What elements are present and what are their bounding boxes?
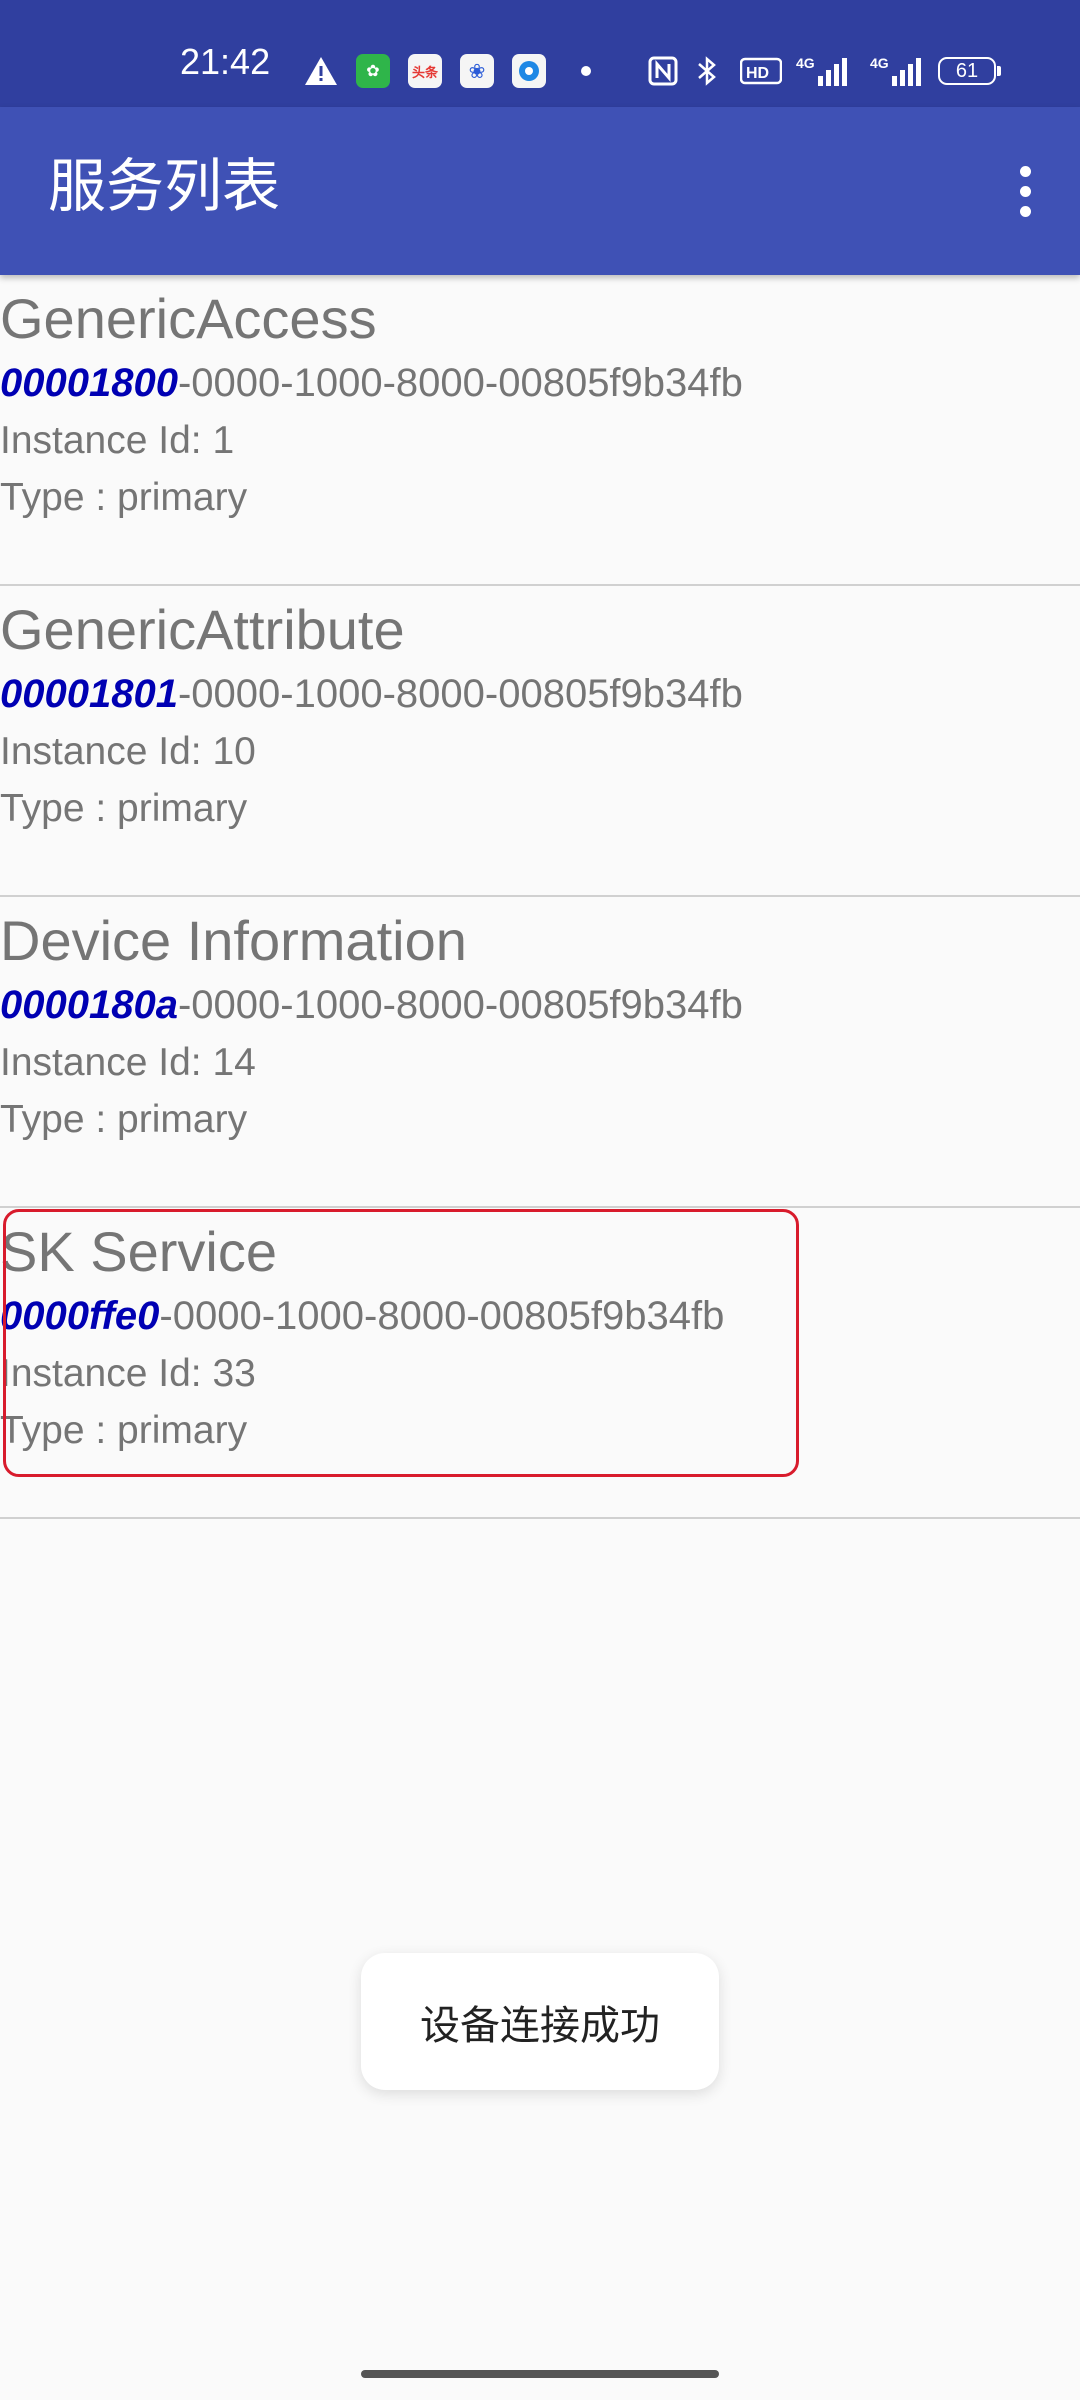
service-uuid-rest: -0000-1000-8000-00805f9b34fb <box>177 361 743 405</box>
service-name: GenericAccess <box>0 287 377 350</box>
gesture-nav-handle[interactable] <box>361 2370 719 2378</box>
service-name: SK Service <box>0 1220 277 1283</box>
service-item-generic-access[interactable]: GenericAccess 00001800-0000-1000-8000-00… <box>0 275 1080 586</box>
toutiao-icon: 头条 <box>408 54 442 88</box>
service-type: Type : primary <box>0 1098 248 1141</box>
service-instance-id: Instance Id: 14 <box>0 1041 256 1084</box>
service-name: GenericAttribute <box>0 598 405 661</box>
toast-message: 设备连接成功 <box>361 1953 719 2090</box>
service-uuid: 00001801-0000-1000-8000-00805f9b34fb <box>0 670 743 718</box>
service-item-generic-attribute[interactable]: GenericAttribute 00001801-0000-1000-8000… <box>0 586 1080 897</box>
service-uuid: 0000ffe0-0000-1000-8000-00805f9b34fb <box>0 1292 724 1340</box>
service-instance-id: Instance Id: 33 <box>0 1352 256 1395</box>
service-uuid: 0000180a-0000-1000-8000-00805f9b34fb <box>0 981 743 1029</box>
service-uuid-rest: -0000-1000-8000-00805f9b34fb <box>177 672 743 716</box>
service-type: Type : primary <box>0 787 248 830</box>
browser-icon <box>512 54 546 88</box>
service-instance-id: Instance Id: 1 <box>0 419 235 462</box>
service-uuid-short: 00001800 <box>0 361 178 405</box>
svg-text:4G: 4G <box>796 55 815 71</box>
service-uuid: 00001800-0000-1000-8000-00805f9b34fb <box>0 359 743 407</box>
more-vert-icon[interactable] <box>990 151 1060 231</box>
service-uuid-short: 0000180a <box>0 983 178 1027</box>
service-list: GenericAccess 00001800-0000-1000-8000-00… <box>0 275 1080 1519</box>
dot-icon <box>580 54 592 88</box>
service-uuid-short: 0000ffe0 <box>0 1294 160 1338</box>
app-icon-green: ✿ <box>356 54 390 88</box>
status-bar: 21:42 ✿ 头条 ❀ HD 4G 4G 61 <box>0 0 1080 107</box>
svg-text:HD: HD <box>746 65 769 82</box>
battery-icon: 61 <box>938 57 1001 85</box>
service-item-device-information[interactable]: Device Information 0000180a-0000-1000-80… <box>0 897 1080 1208</box>
svg-text:4G: 4G <box>870 55 889 71</box>
hd-icon: HD <box>740 54 782 88</box>
service-uuid-rest: -0000-1000-8000-00805f9b34fb <box>177 983 743 1027</box>
service-uuid-rest: -0000-1000-8000-00805f9b34fb <box>159 1294 725 1338</box>
service-type: Type : primary <box>0 476 248 519</box>
service-item-sk-service[interactable]: SK Service 0000ffe0-0000-1000-8000-00805… <box>0 1208 1080 1519</box>
bluetooth-icon <box>696 54 718 88</box>
warning-icon <box>304 54 338 88</box>
signal-4g-icon: 4G <box>870 54 928 88</box>
service-uuid-short: 00001801 <box>0 672 178 716</box>
app-bar: 服务列表 <box>0 107 1080 275</box>
service-type: Type : primary <box>0 1409 248 1452</box>
service-name: Device Information <box>0 909 467 972</box>
service-instance-id: Instance Id: 10 <box>0 730 256 773</box>
page-title: 服务列表 <box>48 152 281 220</box>
signal-4g-icon: 4G <box>796 54 854 88</box>
status-time: 21:42 <box>180 41 271 82</box>
baidu-icon: ❀ <box>460 54 494 88</box>
nfc-icon <box>648 54 678 88</box>
